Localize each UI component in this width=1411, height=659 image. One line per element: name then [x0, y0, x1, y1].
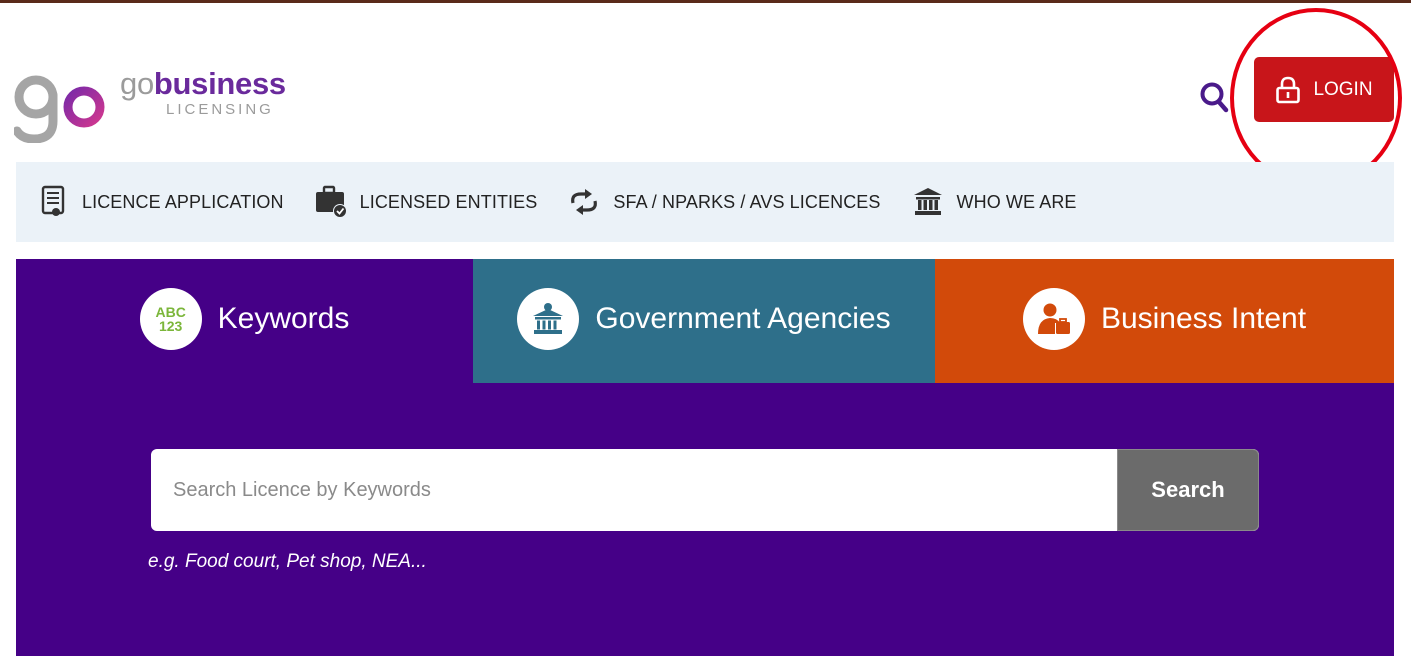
tab-business-intent[interactable]: Business Intent [935, 259, 1394, 383]
login-button[interactable]: LOGIN [1254, 57, 1394, 122]
tab-label: Business Intent [1100, 302, 1307, 335]
search-hero: ABC 123 Keywords Government Agencies Bus… [16, 259, 1394, 656]
tab-label: Government Agencies [595, 302, 891, 335]
nav-label: LICENCE APPLICATION [82, 191, 284, 212]
search-hint: e.g. Food court, Pet shop, NEA... [148, 551, 427, 572]
nav-label: WHO WE ARE [956, 191, 1077, 212]
search-button[interactable]: Search [1117, 449, 1259, 531]
login-label: LOGIN [1313, 78, 1373, 100]
numbers-icon-text: 123 [158, 318, 183, 334]
logo-subtitle: LICENSING [166, 101, 274, 118]
lock-icon [1276, 76, 1301, 103]
site-header: gobusiness LICENSING LOGIN [0, 3, 1411, 188]
exchange-arrows-icon [567, 185, 601, 219]
gobusiness-logo[interactable]: gobusiness LICENSING [14, 67, 286, 143]
gb-logo-mark-icon [14, 67, 105, 143]
logo-prefix: go [120, 66, 154, 101]
search-input[interactable] [151, 449, 1117, 531]
nav-licensed-entities[interactable]: LICENSED ENTITIES [314, 185, 538, 219]
search-mode-tabs: ABC 123 Keywords Government Agencies Bus… [16, 259, 1394, 383]
briefcase-check-icon [314, 185, 348, 219]
main-nav: LICENCE APPLICATION LICENSED ENTITIES SF… [16, 162, 1394, 242]
tab-keywords[interactable]: ABC 123 Keywords [16, 259, 473, 383]
nav-label: SFA / NPARKS / AVS LICENCES [613, 191, 881, 212]
abc-icon-text: ABC [155, 304, 186, 320]
nav-label: LICENSED ENTITIES [359, 191, 538, 212]
tab-label: Keywords [217, 302, 350, 335]
nav-licence-application[interactable]: LICENCE APPLICATION [36, 185, 284, 219]
search-icon[interactable] [1199, 81, 1229, 113]
person-briefcase-icon [1022, 288, 1085, 350]
institution-icon [911, 185, 945, 219]
search-bar: Search [151, 449, 1259, 531]
logo-main: business [153, 66, 286, 101]
nav-sfa-nparks-avs[interactable]: SFA / NPARKS / AVS LICENCES [567, 185, 880, 219]
nav-who-we-are[interactable]: WHO WE ARE [911, 185, 1077, 219]
tab-government-agencies[interactable]: Government Agencies [473, 259, 935, 383]
abc-123-icon: ABC 123 [139, 288, 202, 350]
logo-wordmark: gobusiness [120, 67, 286, 101]
government-building-icon [517, 288, 580, 350]
document-icon [36, 185, 70, 219]
